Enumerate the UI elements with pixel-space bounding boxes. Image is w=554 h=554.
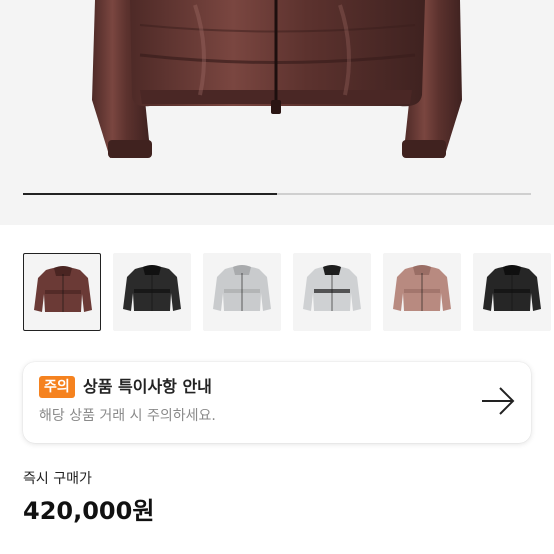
thumbnail-image xyxy=(213,265,271,311)
caution-badge: 주의 xyxy=(39,376,75,398)
thumbnail-strip xyxy=(23,253,554,331)
notice-description: 해당 상품 거래 시 주의하세요. xyxy=(39,408,216,424)
carousel-progress-fill xyxy=(23,193,277,195)
thumbnail-jacket-brown[interactable] xyxy=(23,253,101,331)
thumbnail-image xyxy=(393,265,451,311)
thumbnail-image xyxy=(303,265,361,311)
thumbnail-jacket-pink[interactable] xyxy=(383,253,461,331)
thumbnail-image xyxy=(483,265,541,311)
instant-buy-price: 420,000원 xyxy=(23,497,155,525)
instant-buy-label: 즉시 구매가 xyxy=(23,471,92,487)
thumbnail-jacket-silver[interactable] xyxy=(203,253,281,331)
thumbnail-jacket-black[interactable] xyxy=(473,253,551,331)
thumbnail-image xyxy=(34,266,92,312)
thumbnail-jacket-silver-black[interactable] xyxy=(293,253,371,331)
notice-title: 상품 특이사항 안내 xyxy=(83,377,212,396)
product-image-carousel[interactable] xyxy=(0,0,554,225)
product-main-image xyxy=(92,0,462,158)
thumbnail-image xyxy=(123,265,181,311)
thumbnail-jacket-black-gloss[interactable] xyxy=(113,253,191,331)
product-notice-card[interactable]: 주의 상품 특이사항 안내 해당 상품 거래 시 주의하세요. xyxy=(23,362,531,443)
carousel-progress-track xyxy=(23,193,531,195)
arrow-right-icon[interactable] xyxy=(481,386,515,416)
